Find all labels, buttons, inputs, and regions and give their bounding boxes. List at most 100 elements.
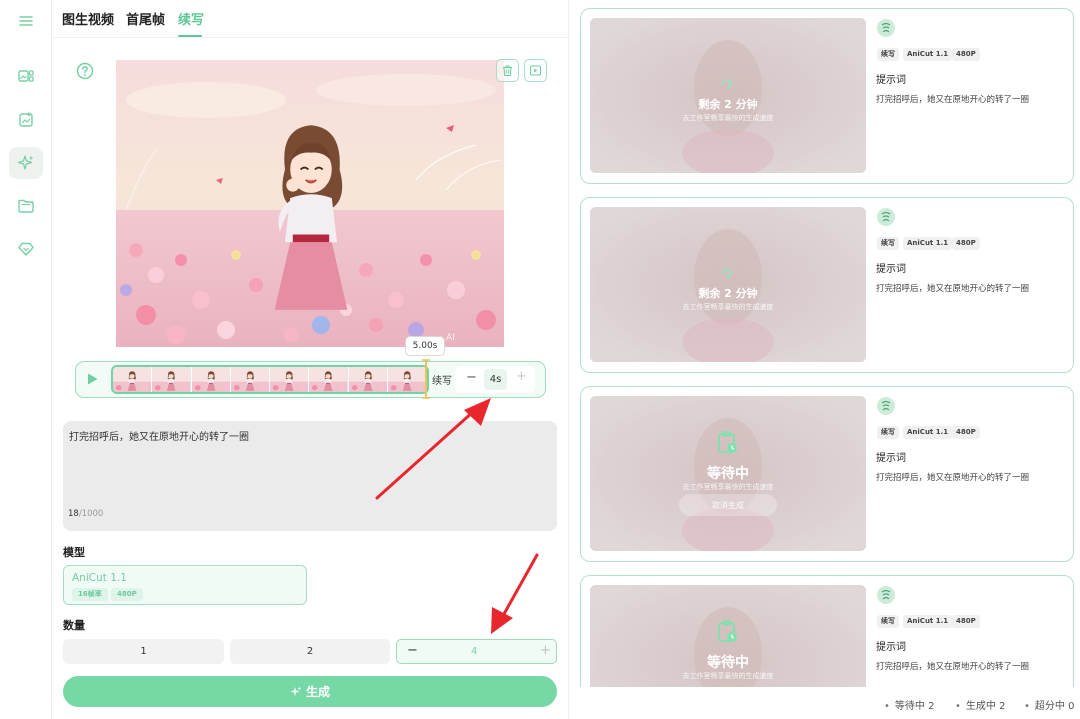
loading-icon	[722, 79, 732, 89]
avatar	[877, 397, 895, 415]
source-image-preview: AI	[116, 60, 504, 347]
continue-duration-label: 续写	[432, 376, 452, 387]
task-prompt-label: 提示词	[876, 264, 906, 275]
timeline-frame	[113, 367, 153, 392]
task-tag-mode: 续写	[877, 615, 899, 628]
avatar	[877, 208, 895, 226]
clipboard-clock-icon	[718, 431, 737, 453]
task-card[interactable]: 等待中 去工作室畅享最快的生成速度 取消生成 续写 AniCut 1.1 480P 提示词打…	[580, 386, 1074, 562]
menu-icon	[19, 16, 33, 26]
timeline-frame	[270, 367, 310, 392]
menu-button[interactable]	[9, 5, 43, 37]
task-status-title: 剩余 2 分钟	[698, 287, 758, 300]
task-status-title: 等待中	[707, 655, 749, 671]
sidebar	[0, 0, 52, 719]
task-prompt-label: 提示词	[876, 453, 906, 464]
task-tag-model: AniCut 1.1	[903, 48, 953, 61]
quantity-decrease-button[interactable]: −	[407, 643, 418, 658]
model-section-label: 模型	[63, 546, 85, 559]
frame-strip[interactable]	[111, 365, 429, 394]
task-tag-resolution: 480P	[952, 615, 980, 628]
timeline-frame	[348, 367, 388, 392]
queue-status-bar: 等待中 2 生成中 2 超分中 0	[569, 687, 1080, 719]
prompt-text: 打完招呼后，她又在原地开心的转了一圈	[69, 432, 249, 443]
quantity-option-1[interactable]: 1	[63, 639, 224, 664]
model-selector[interactable]: AniCut 1.1 16帧率 480P	[63, 565, 307, 605]
avatar	[877, 19, 895, 37]
timeline-frame	[309, 367, 349, 392]
sidebar-item-folder[interactable]	[9, 190, 43, 222]
task-status-subtitle: 去工作室畅享最快的生成速度	[682, 114, 774, 122]
replace-video-button[interactable]	[524, 59, 547, 82]
prompt-textarea[interactable]: 打完招呼后，她又在原地开心的转了一圈 18/1000	[63, 421, 557, 531]
help-icon[interactable]	[76, 62, 94, 80]
sidebar-item-continue[interactable]	[9, 147, 43, 179]
preview-watermark: AI	[446, 333, 455, 343]
character-counter: 18/1000	[68, 509, 104, 519]
duration-value[interactable]: 4s	[484, 369, 507, 390]
task-tag-resolution: 480P	[952, 48, 980, 61]
tab-active-indicator	[178, 35, 202, 37]
quantity-stepper: − 4 +	[396, 639, 557, 664]
play-icon[interactable]	[85, 372, 99, 386]
task-thumbnail: 剩余 2 分钟去工作室畅享最快的生成速度	[590, 207, 866, 362]
task-tag-mode: 续写	[877, 48, 899, 61]
diamond-icon	[18, 242, 34, 256]
folder-icon	[18, 199, 34, 213]
task-prompt-text: 打完招呼后，她又在原地开心的转了一圈	[876, 284, 1030, 294]
task-tag-resolution: 480P	[952, 426, 980, 439]
timeline-frame	[191, 367, 231, 392]
task-thumbnail: 等待中 去工作室畅享最快的生成速度 取消生成	[590, 396, 866, 551]
loading-icon	[722, 268, 732, 278]
sidebar-item-image-add[interactable]	[9, 104, 43, 136]
task-prompt-label: 提示词	[876, 75, 906, 86]
task-tag-mode: 续写	[877, 426, 899, 439]
tab-image-to-video[interactable]: 图生视频	[62, 9, 114, 28]
video-frame-icon	[529, 65, 542, 76]
task-prompt-text: 打完招呼后，她又在原地开心的转了一圈	[876, 473, 1030, 483]
tab-continue[interactable]: 续写	[178, 9, 204, 28]
sidebar-item-image-to-video[interactable]	[9, 60, 43, 92]
task-prompt-text: 打完招呼后，她又在原地开心的转了一圈	[876, 662, 1030, 672]
task-prompt-text: 打完招呼后，她又在原地开心的转了一圈	[876, 95, 1030, 105]
status-upscaling: 超分中 0	[1024, 697, 1075, 712]
generate-button[interactable]: 生成	[63, 676, 557, 707]
task-tag-resolution: 480P	[952, 237, 980, 250]
quantity-section-label: 数量	[63, 619, 85, 632]
continue-duration-stepper: − 4s +	[455, 366, 535, 393]
annotation-arrowhead-quantity	[491, 607, 513, 634]
clipboard-clock-icon	[718, 620, 737, 642]
duration-tooltip: 5.00s	[405, 336, 445, 356]
task-status-subtitle: 去工作室畅享最快的生成速度	[682, 303, 774, 311]
sidebar-item-premium[interactable]	[9, 233, 43, 265]
task-card[interactable]: 剩余 2 分钟 去工作室畅享最快的生成速度 续写 AniCut 1.1 480P 提示词打…	[580, 197, 1074, 373]
cancel-generation-button[interactable]: 取消生成	[679, 494, 777, 516]
task-thumbnail: 剩余 2 分钟 去工作室畅享最快的生成速度	[590, 18, 866, 173]
quantity-option-2[interactable]: 2	[230, 639, 390, 664]
delete-image-button[interactable]	[496, 59, 519, 82]
model-name: AniCut 1.1	[72, 572, 127, 584]
tab-first-last-frame[interactable]: 首尾帧	[126, 9, 165, 28]
sparkle-icon	[17, 155, 34, 170]
timeline-frame	[230, 367, 270, 392]
trash-icon	[503, 65, 512, 77]
avatar	[877, 586, 895, 604]
task-prompt-label: 提示词	[876, 642, 906, 653]
timeline-trim-handle[interactable]	[421, 358, 431, 400]
status-generating: 生成中 2	[955, 697, 1006, 712]
timeline-frame	[152, 367, 192, 392]
sparkle-icon	[290, 686, 302, 696]
status-waiting: 等待中 2	[884, 697, 935, 712]
image-add-icon	[19, 112, 33, 127]
quantity-value[interactable]: 4	[471, 646, 477, 657]
duration-decrease-button[interactable]: −	[466, 370, 477, 385]
mode-tabs: 图生视频 首尾帧 续写	[52, 0, 568, 38]
image-grid-icon	[18, 70, 34, 82]
generate-label: 生成	[305, 685, 330, 699]
task-card[interactable]: 剩余 2 分钟 去工作室畅享最快的生成速度 续写 AniCut 1.1 480P 提示词打…	[580, 8, 1074, 184]
duration-increase-button[interactable]: +	[516, 369, 527, 384]
task-tag-model: AniCut 1.1	[903, 615, 953, 628]
quantity-increase-button[interactable]: +	[540, 643, 551, 658]
task-tag-mode: 续写	[877, 237, 899, 250]
task-status-title: 等待中	[707, 466, 749, 482]
